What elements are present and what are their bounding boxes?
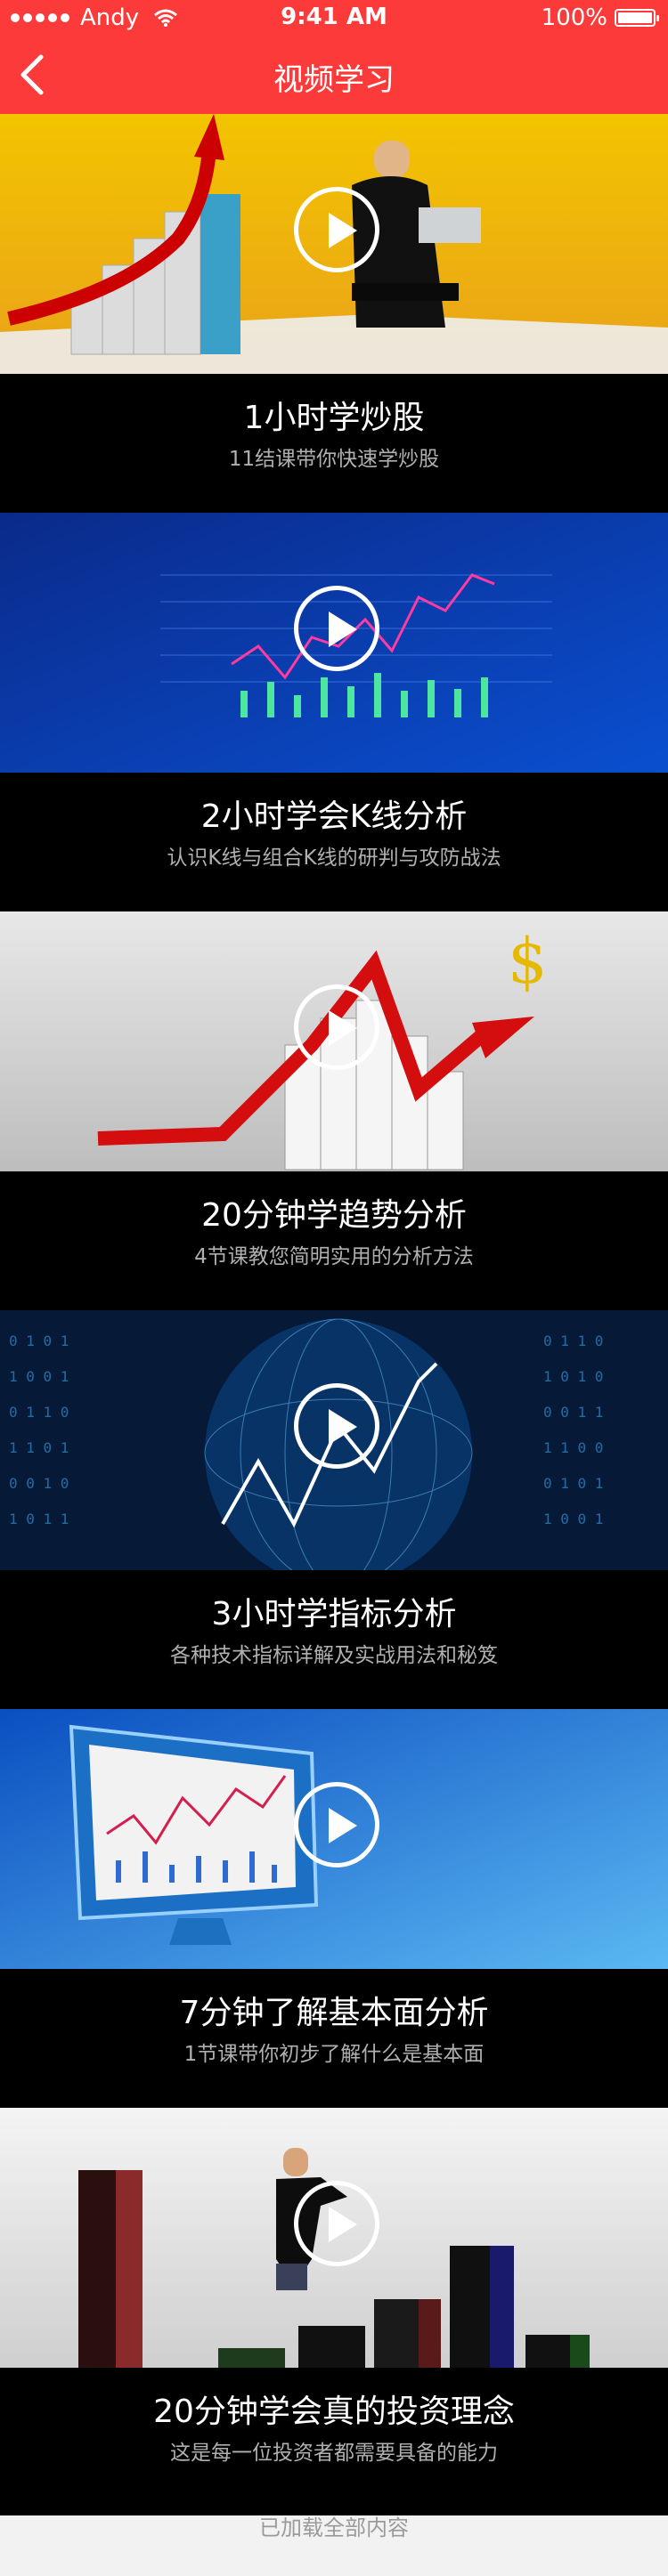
battery-percent: 100% xyxy=(541,4,607,31)
course-subtitle: 各种技术指标详解及实战用法和秘笈 xyxy=(170,1644,498,1667)
course-subtitle: 11结课带你快速学炒股 xyxy=(228,448,440,471)
svg-text:1 0 1 0: 1 0 1 0 xyxy=(543,1368,603,1385)
play-button-icon[interactable] xyxy=(294,2181,379,2266)
svg-text:1 0 1 1: 1 0 1 1 xyxy=(9,1511,69,1527)
status-bar: Andy 9:41 AM 100% xyxy=(0,0,668,36)
course-title: 7分钟了解基本面分析 xyxy=(179,1995,489,2031)
course-title: 20分钟学趋势分析 xyxy=(201,1197,467,1234)
course-title: 20分钟学会真的投资理念 xyxy=(153,2394,515,2430)
course-card[interactable]: 0 1 0 1 1 0 0 1 0 1 1 0 1 1 0 1 0 0 1 0 1 0 … xyxy=(0,1310,668,1718)
course-subtitle: 认识K线与组合K线的研判与攻防战法 xyxy=(167,847,501,870)
play-button-icon[interactable] xyxy=(294,984,379,1070)
page-title: 视频学习 xyxy=(273,62,395,98)
course-card[interactable]: 20分钟学会真的投资理念 这是每一位投资者都需要具备的能力 xyxy=(0,2108,668,2515)
svg-text:$: $ xyxy=(508,925,548,998)
course-thumbnail[interactable]: 0 1 0 1 1 0 0 1 0 1 1 0 1 1 0 1 0 0 1 0 1 0 … xyxy=(0,1310,668,1570)
svg-text:0 0 1 0: 0 0 1 0 xyxy=(9,1475,69,1492)
course-thumbnail[interactable]: $ xyxy=(0,911,668,1171)
play-button-icon[interactable] xyxy=(294,1782,379,1867)
svg-text:0 1 1 0: 0 1 1 0 xyxy=(9,1404,69,1421)
svg-text:0 0 1 1: 0 0 1 1 xyxy=(543,1404,603,1421)
course-subtitle: 这是每一位投资者都需要具备的能力 xyxy=(170,2442,498,2465)
course-subtitle: 4节课教您简明实用的分析方法 xyxy=(194,1245,474,1268)
svg-text:0 1 1 0: 0 1 1 0 xyxy=(543,1333,603,1349)
course-thumbnail[interactable] xyxy=(0,2108,668,2368)
course-thumbnail[interactable] xyxy=(0,114,668,374)
course-card[interactable]: $ 20分钟学趋势分析 4节课教您简明实用的分析方法 xyxy=(0,911,668,1319)
play-button-icon[interactable] xyxy=(294,1383,379,1469)
course-title: 2小时学会K线分析 xyxy=(200,798,468,835)
course-thumbnail[interactable] xyxy=(0,513,668,773)
status-right: 100% xyxy=(541,4,659,31)
play-button-icon[interactable] xyxy=(294,586,379,671)
battery-icon xyxy=(615,9,659,27)
svg-text:1 0 0 1: 1 0 0 1 xyxy=(543,1511,603,1527)
course-title: 3小时学指标分析 xyxy=(211,1596,457,1632)
nav-bar: 视频学习 xyxy=(0,36,668,114)
svg-text:0 1 0 1: 0 1 0 1 xyxy=(9,1333,69,1349)
svg-text:1 1 0 0: 1 1 0 0 xyxy=(543,1439,603,1456)
svg-text:0 1 0 1: 0 1 0 1 xyxy=(543,1475,603,1492)
course-card[interactable]: 1小时学炒股 11结课带你快速学炒股 xyxy=(0,114,668,522)
course-card[interactable]: 7分钟了解基本面分析 1节课带你初步了解什么是基本面 xyxy=(0,1709,668,2117)
svg-text:1 1 0 1: 1 1 0 1 xyxy=(9,1439,69,1456)
load-complete-text: 已加载全部内容 xyxy=(259,2515,409,2540)
course-card[interactable]: 2小时学会K线分析 认识K线与组合K线的研判与攻防战法 xyxy=(0,513,668,920)
course-subtitle: 1节课带你初步了解什么是基本面 xyxy=(183,2043,485,2066)
course-thumbnail[interactable] xyxy=(0,1709,668,1969)
svg-text:1 0 0 1: 1 0 0 1 xyxy=(9,1368,69,1385)
play-button-icon[interactable] xyxy=(294,187,379,272)
course-title: 1小时学炒股 xyxy=(243,400,425,436)
